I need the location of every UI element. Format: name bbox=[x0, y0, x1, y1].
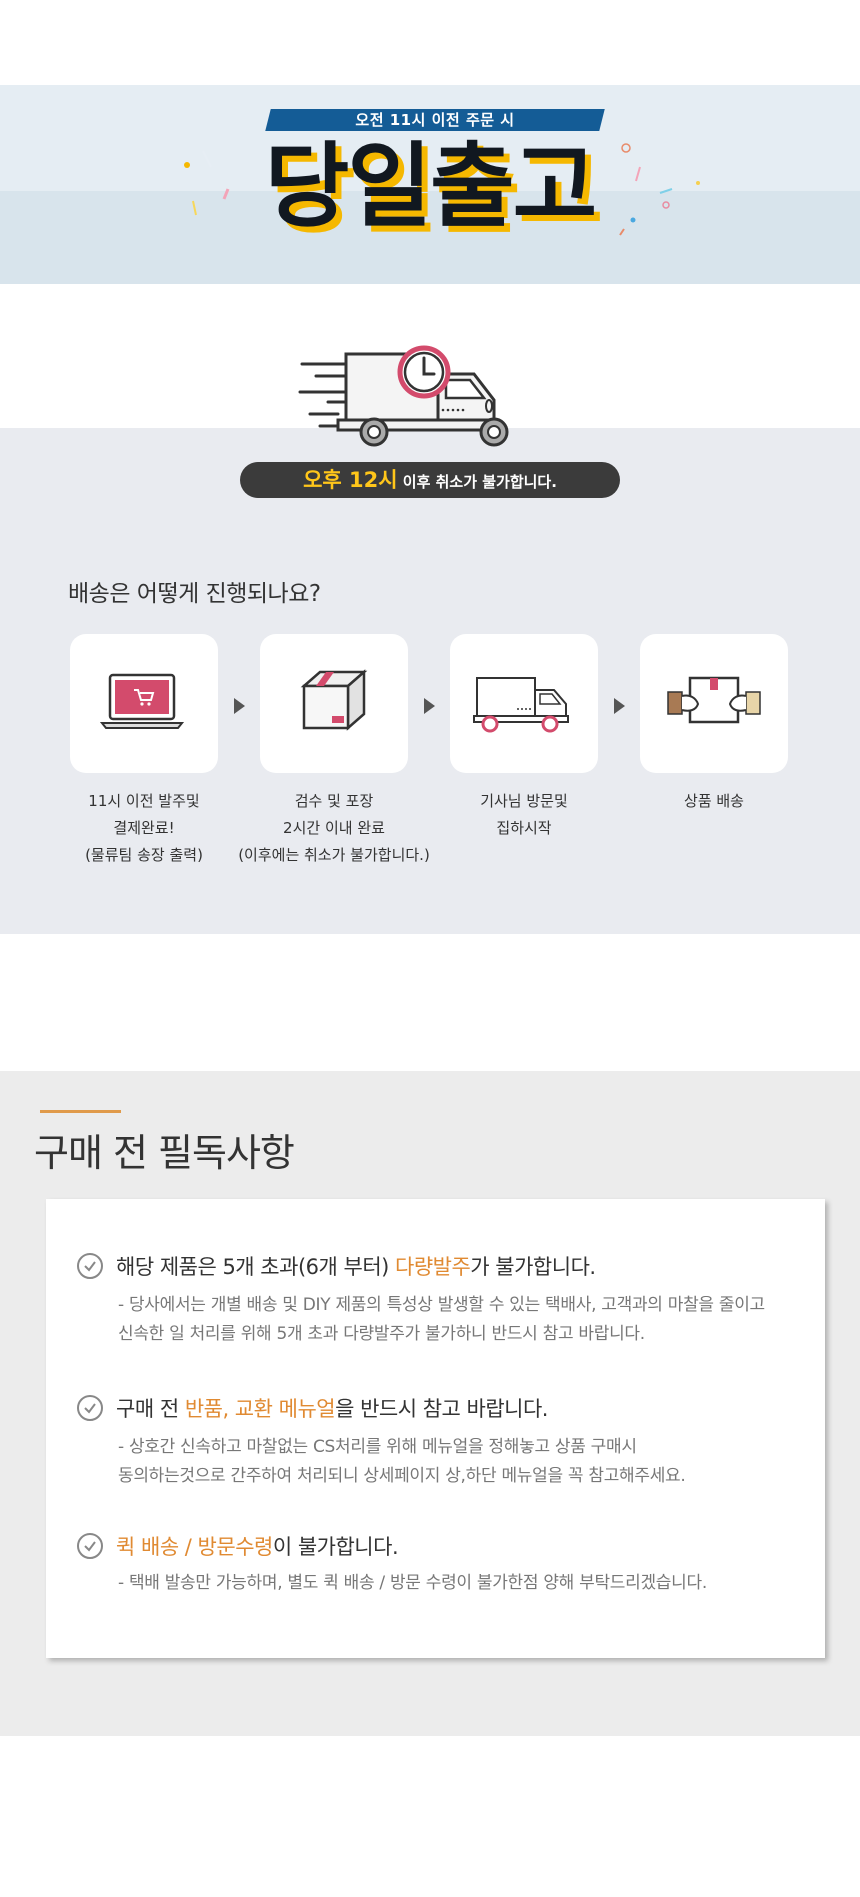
notice-item-description: - 상호간 신속하고 마찰없는 CS처리를 위해 메뉴얼을 정해놓고 상품 구매… bbox=[118, 1437, 686, 1486]
hand-over-box-icon bbox=[667, 676, 761, 724]
step-card-order bbox=[70, 634, 218, 773]
step-caption: 기사님 방문및 집하시작 bbox=[480, 792, 568, 837]
title-text: 구매 전 bbox=[116, 1397, 185, 1421]
notice-item-description: - 택배 발송만 가능하며, 별도 퀵 배송 / 방문 수령이 불가한점 양해 … bbox=[118, 1573, 707, 1593]
check-circle-icon bbox=[77, 1533, 103, 1559]
step-caption: 11시 이전 발주및 결제완료! (물류팀 송장 출력) bbox=[85, 792, 203, 864]
title-highlight: 반품, 교환 메뉴얼 bbox=[184, 1397, 336, 1421]
cancel-time-highlight: 오후 12시 bbox=[303, 468, 398, 492]
step-arrow-icon bbox=[614, 698, 625, 714]
notice-item-description: - 당사에서는 개별 배송 및 DIY 제품의 특성상 발생할 수 있는 택배사… bbox=[118, 1295, 765, 1344]
cancel-notice-text: 이후 취소가 불가합니다. bbox=[397, 473, 557, 491]
delivery-truck-icon bbox=[473, 677, 569, 733]
title-text: 을 반드시 참고 바랍니다. bbox=[335, 1397, 548, 1421]
check-circle-icon bbox=[77, 1253, 103, 1279]
step-card-delivery bbox=[640, 634, 788, 773]
notice-item-title: 구매 전 반품, 교환 메뉴얼을 반드시 참고 바랍니다. bbox=[116, 1393, 548, 1423]
laptop-cart-icon bbox=[99, 673, 185, 729]
speeding-truck-clock-icon bbox=[298, 345, 509, 447]
notice-item-title: 해당 제품은 5개 초과(6개 부터) 다량발주가 불가합니다. bbox=[116, 1251, 596, 1281]
step-caption: 상품 배송 bbox=[684, 792, 744, 810]
title-highlight: 다량발주 bbox=[395, 1255, 471, 1279]
same-day-shipping-banner: 오전 11시 이전 주문 시 당일출고 당일출고 bbox=[0, 85, 860, 284]
step-arrow-icon bbox=[234, 698, 245, 714]
confetti-decoration bbox=[184, 143, 700, 236]
notice-box: 해당 제품은 5개 초과(6개 부터) 다량발주가 불가합니다. - 당사에서는… bbox=[46, 1199, 825, 1658]
package-box-icon bbox=[300, 669, 368, 731]
step-arrow-icon bbox=[424, 698, 435, 714]
process-question-heading: 배송은 어떻게 진행되나요? bbox=[68, 581, 321, 607]
title-text: 해당 제품은 5개 초과(6개 부터) bbox=[116, 1255, 396, 1279]
step-card-pickup bbox=[450, 634, 598, 773]
title-text: 가 불가합니다. bbox=[470, 1255, 596, 1279]
title-highlight: 퀵 배송 / 방문수령 bbox=[116, 1535, 273, 1559]
check-circle-icon bbox=[77, 1395, 103, 1421]
notice-item-title: 퀵 배송 / 방문수령이 불가합니다. bbox=[116, 1531, 399, 1561]
step-caption: 검수 및 포장 2시간 이내 완료 (이후에는 취소가 불가합니다.) bbox=[238, 792, 430, 864]
notice-title: 구매 전 필독사항 bbox=[34, 1131, 295, 1175]
cancellation-notice-pill: 오후 12시 이후 취소가 불가합니다. bbox=[240, 462, 620, 498]
title-text: 이 불가합니다. bbox=[272, 1535, 399, 1559]
accent-divider bbox=[40, 1110, 121, 1113]
step-card-packing bbox=[260, 634, 408, 773]
